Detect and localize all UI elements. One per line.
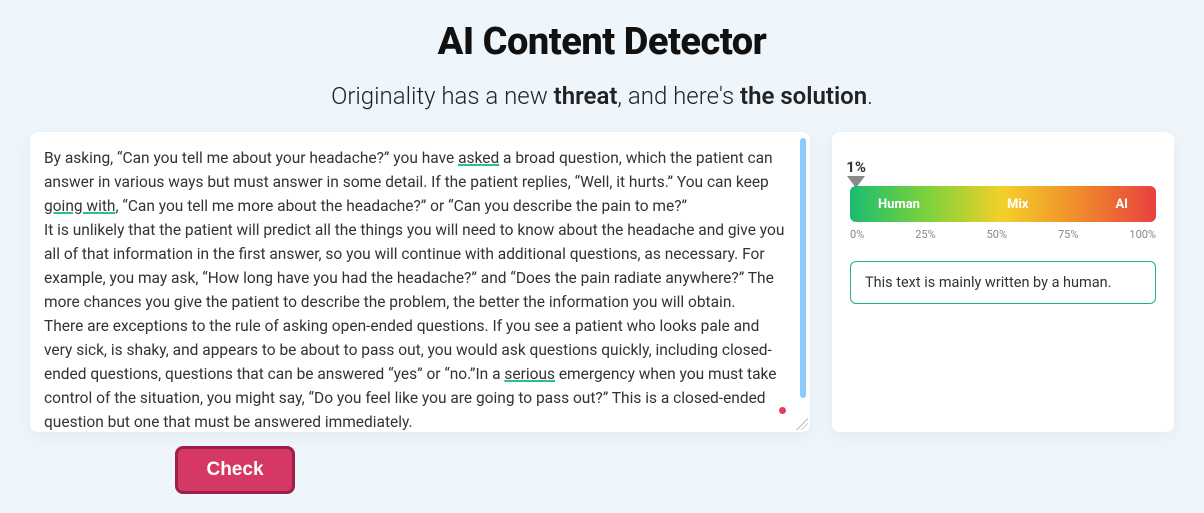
input-column: By asking, “Can you tell me about your h… [30, 132, 810, 494]
page: AI Content Detector Originality has a ne… [0, 0, 1204, 513]
tick: 100% [1129, 228, 1156, 241]
percent-label: 1% [846, 158, 866, 176]
gauge: 1% Human Mix AI 0% 25% 50% 75% 100% [850, 186, 1156, 241]
recording-dot-icon [779, 407, 786, 414]
scrollbar[interactable] [800, 138, 806, 398]
tick: 25% [915, 228, 935, 241]
gauge-label-human: Human [878, 197, 920, 212]
page-subtitle: Originality has a new threat, and here's… [331, 82, 873, 110]
content-textarea[interactable]: By asking, “Can you tell me about your h… [30, 132, 810, 432]
work-area: By asking, “Can you tell me about your h… [0, 132, 1204, 494]
resize-grip-icon[interactable] [796, 418, 808, 430]
check-button[interactable]: Check [175, 446, 294, 494]
tick: 0% [850, 228, 864, 241]
gauge-ticks: 0% 25% 50% 75% 100% [850, 228, 1156, 241]
page-title: AI Content Detector [438, 20, 767, 64]
gauge-label-ai: AI [1115, 197, 1128, 212]
tick: 50% [987, 228, 1007, 241]
result-panel: 1% Human Mix AI 0% 25% 50% 75% 100% This… [832, 132, 1174, 432]
gauge-label-mix: Mix [1007, 197, 1028, 212]
textarea-wrap: By asking, “Can you tell me about your h… [30, 132, 810, 432]
gauge-bar: Human Mix AI [850, 186, 1156, 222]
tick: 75% [1058, 228, 1078, 241]
verdict-box: This text is mainly written by a human. [850, 261, 1156, 304]
